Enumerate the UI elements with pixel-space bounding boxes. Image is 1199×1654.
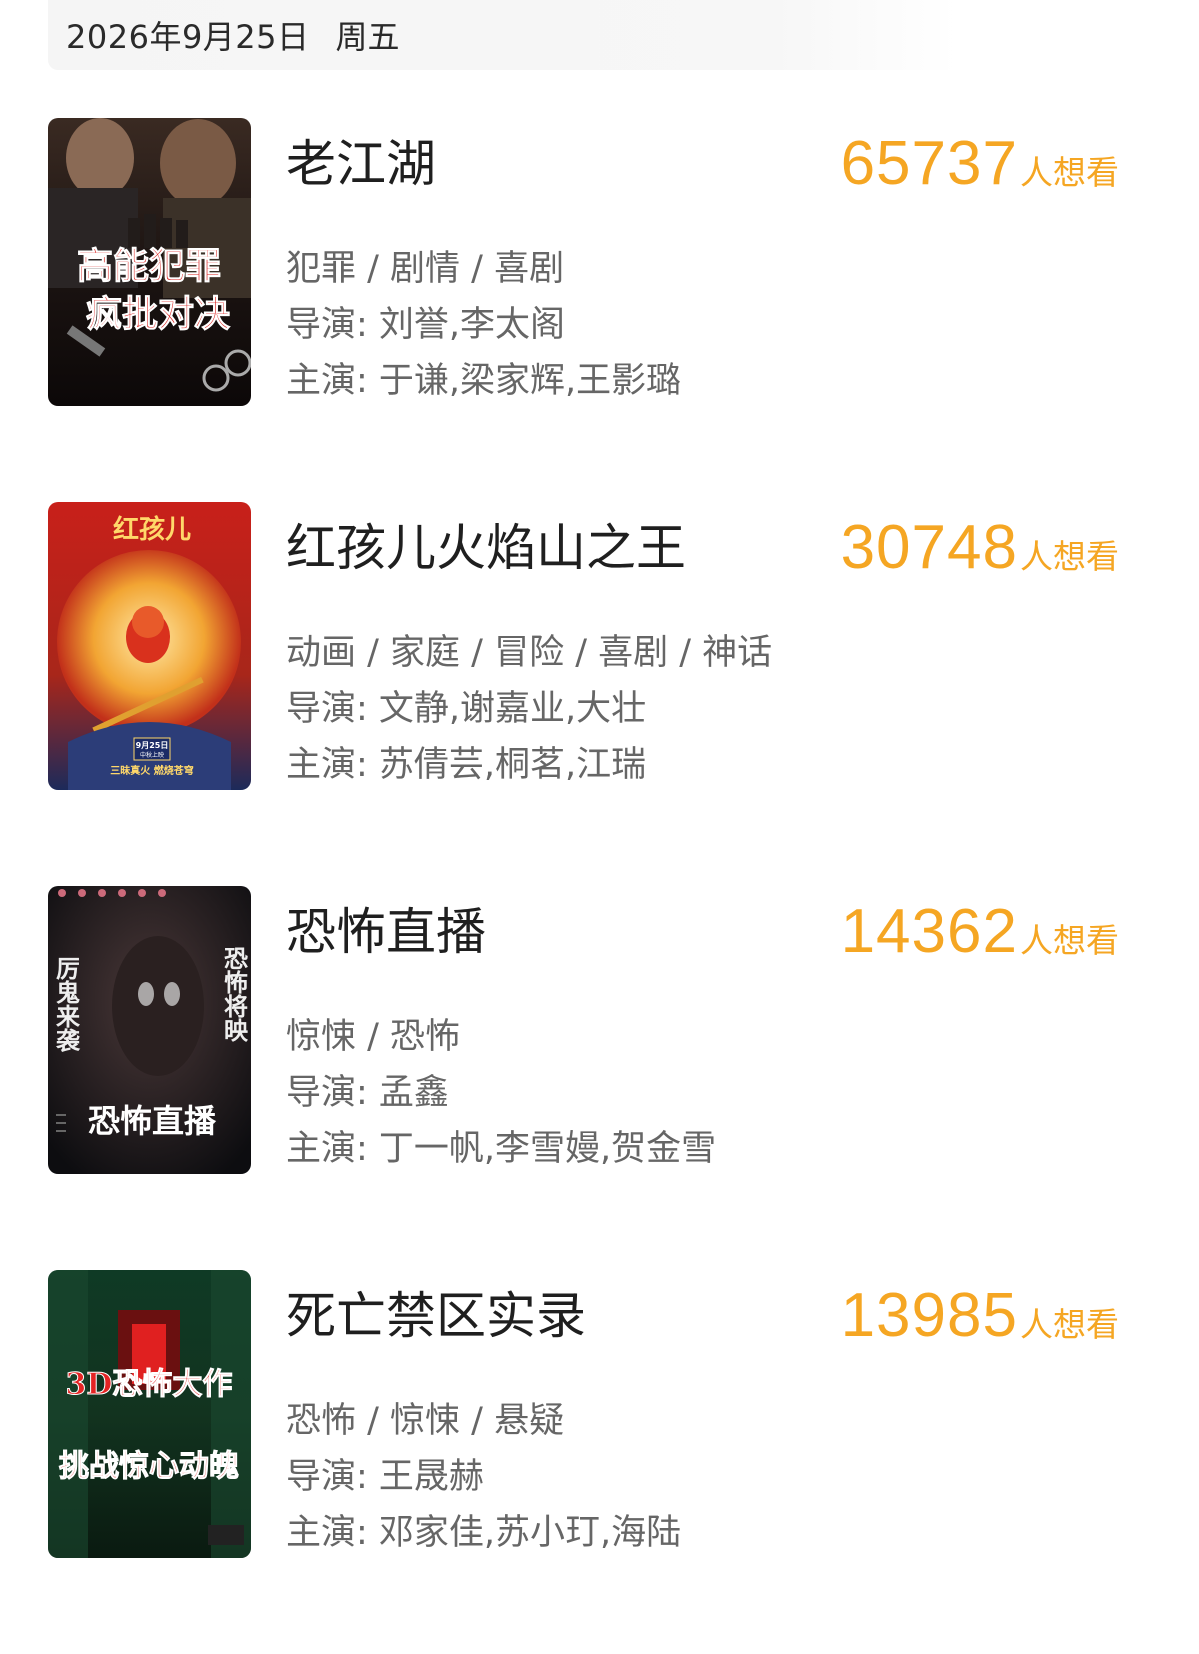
poster-text: 恐怖将映 [220, 946, 249, 1043]
want-count: 14362 [840, 897, 1018, 966]
movie-cast: 主演: 丁一帆,李雪嫚,贺金雪 [286, 1129, 717, 1169]
movie-cast: 主演: 于谦,梁家辉,王影璐 [286, 361, 682, 401]
movie-title[interactable]: 恐怖直播 [286, 892, 486, 964]
poster-text: 挑战惊心动魄 [59, 1449, 239, 1484]
poster-text: 疯批对决 [86, 293, 230, 335]
want-to-watch: 13985 人想看 [841, 1280, 1119, 1351]
movie-genres: 动画 / 家庭 / 冒险 / 喜剧 / 神话 [286, 633, 773, 673]
poster-image: 高能犯罪 疯批对决 [48, 118, 251, 406]
want-label: 人想看 [1020, 921, 1119, 960]
want-label: 人想看 [1020, 1305, 1119, 1344]
want-count: 30748 [840, 513, 1018, 582]
poster-text: 三昧真火 燃烧苍穹 [110, 764, 193, 777]
movie-poster[interactable]: 红孩儿 9月25日 中秋上映 三昧真火 燃烧苍穹 [48, 502, 251, 790]
want-label: 人想看 [1020, 537, 1119, 576]
poster-image: 3D恐怖大作 挑战惊心动魄 [48, 1270, 251, 1558]
movie-item[interactable]: 3D恐怖大作 挑战惊心动魄 死亡禁区实录 13985 人想看 恐怖 / 惊悚 /… [0, 1270, 1199, 1654]
movie-poster[interactable]: 3D恐怖大作 挑战惊心动魄 [48, 1270, 251, 1558]
movie-director: 导演: 文静,谢嘉业,大壮 [286, 689, 647, 729]
movie-genres: 恐怖 / 惊悚 / 悬疑 [286, 1401, 565, 1441]
movie-item[interactable]: 厉鬼来袭 恐怖将映 恐怖直播 恐怖直播 14362 人想看 惊悚 / 恐怖 导演… [0, 886, 1199, 1270]
want-label: 人想看 [1020, 153, 1119, 192]
movie-genres: 犯罪 / 剧情 / 喜剧 [286, 249, 565, 289]
weekday-label: 周五 [335, 18, 400, 56]
poster-text: 红孩儿 [113, 514, 191, 545]
movie-title[interactable]: 死亡禁区实录 [286, 1276, 586, 1348]
movie-director: 导演: 孟鑫 [286, 1073, 449, 1113]
poster-text: 高能犯罪 [77, 245, 221, 287]
movie-poster[interactable]: 厉鬼来袭 恐怖将映 恐怖直播 [48, 886, 251, 1174]
movie-list: 高能犯罪 疯批对决 老江湖 65737 人想看 犯罪 / 剧情 / 喜剧 导演:… [0, 118, 1199, 1654]
want-count: 13985 [840, 1281, 1018, 1350]
movie-item[interactable]: 高能犯罪 疯批对决 老江湖 65737 人想看 犯罪 / 剧情 / 喜剧 导演:… [0, 118, 1199, 502]
movie-title[interactable]: 老江湖 [286, 124, 436, 196]
poster-image: 厉鬼来袭 恐怖将映 恐怖直播 [48, 886, 251, 1174]
movie-title[interactable]: 红孩儿火焰山之王 [286, 508, 686, 580]
poster-text: 厉鬼来袭 [52, 956, 81, 1053]
want-count: 65737 [840, 129, 1018, 198]
movie-director: 导演: 刘誉,李太阁 [286, 305, 566, 345]
date-label: 2026年9月25日 [66, 18, 310, 56]
movie-cast: 主演: 苏倩芸,桐茗,江瑞 [286, 745, 647, 785]
poster-text: 9月25日 [136, 741, 169, 750]
movie-item[interactable]: 红孩儿 9月25日 中秋上映 三昧真火 燃烧苍穹 红孩儿火焰山之王 30748 … [0, 502, 1199, 886]
want-to-watch: 65737 人想看 [841, 128, 1119, 199]
poster-text: 中秋上映 [140, 751, 164, 759]
date-header: 2026年9月25日 周五 [48, 0, 958, 70]
poster-image: 红孩儿 9月25日 中秋上映 三昧真火 燃烧苍穹 [48, 502, 251, 790]
want-to-watch: 30748 人想看 [841, 512, 1119, 583]
movie-cast: 主演: 邓家佳,苏小玎,海陆 [286, 1513, 682, 1553]
poster-text: 3D恐怖大作 [66, 1367, 233, 1402]
want-to-watch: 14362 人想看 [841, 896, 1119, 967]
poster-text: 恐怖直播 [88, 1102, 217, 1140]
movie-genres: 惊悚 / 恐怖 [286, 1017, 461, 1057]
movie-director: 导演: 王晟赫 [286, 1457, 484, 1497]
movie-poster[interactable]: 高能犯罪 疯批对决 [48, 118, 251, 406]
